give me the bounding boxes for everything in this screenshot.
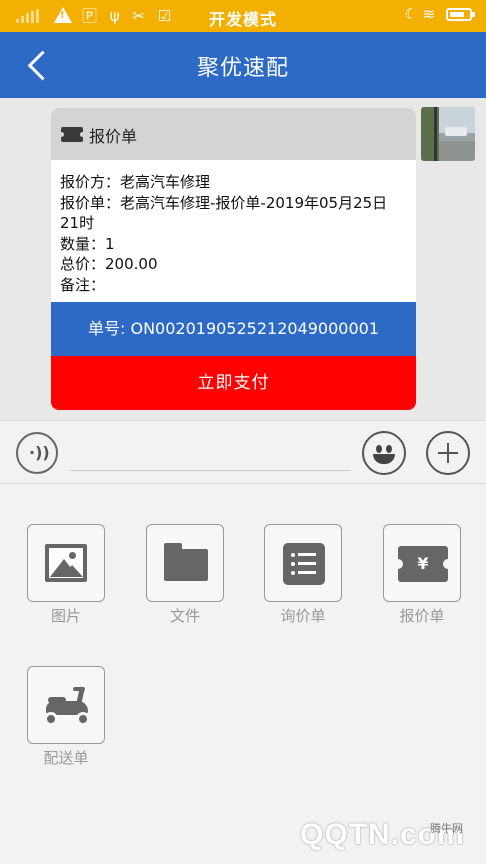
inquiry-button[interactable] bbox=[264, 524, 342, 602]
tool-quote[interactable]: ¥ 报价单 bbox=[383, 524, 461, 626]
order-number-bar: 单号: ON002019052521204900000​1 bbox=[51, 302, 416, 356]
tool-delivery[interactable]: 配送单 bbox=[27, 666, 105, 768]
tool-label-inquiry: 询价单 bbox=[280, 607, 326, 625]
list-icon bbox=[283, 543, 325, 585]
emoji-icon[interactable] bbox=[362, 431, 406, 475]
tool-label-delivery: 配送单 bbox=[43, 749, 89, 767]
nav-bar: 聚优速配 bbox=[0, 32, 486, 98]
watermark-text: 腾牛网 bbox=[430, 822, 463, 835]
quote-card-title: 报价单 bbox=[89, 127, 138, 146]
tool-inquiry[interactable]: 询价单 bbox=[264, 524, 342, 626]
folder-icon bbox=[164, 543, 208, 581]
quoter-line: 报价方：老高汽车修理 bbox=[60, 173, 211, 191]
chat-area: 报价单 报价方：老高汽车修理 报价单：老高汽车修理-报价单-2019年05月25… bbox=[0, 98, 486, 420]
tool-file[interactable]: 文件 bbox=[146, 524, 224, 626]
remarks-line: 备注： bbox=[60, 275, 106, 294]
page-title: 聚优速配 bbox=[196, 56, 289, 81]
total-price-line: 总价：200.00 bbox=[60, 255, 158, 273]
delivery-button[interactable] bbox=[27, 666, 105, 744]
file-button[interactable] bbox=[146, 524, 224, 602]
ticket-icon bbox=[59, 127, 85, 142]
quote-ticket-icon: ¥ bbox=[393, 546, 453, 582]
tool-label-quote: 报价单 bbox=[399, 607, 445, 625]
image-icon bbox=[45, 544, 87, 582]
message-input[interactable] bbox=[70, 435, 350, 471]
quote-card-header: 报价单 bbox=[51, 108, 416, 160]
quantity-line: 数量：1 bbox=[60, 234, 115, 253]
battery-icon bbox=[446, 8, 475, 21]
quote-name-line: 报价单：老高汽车修理-报价单-2019年05月25日 21时 bbox=[60, 193, 388, 233]
image-button[interactable] bbox=[27, 524, 105, 602]
quote-card-details: 报价方：老高汽车修理 报价单：老高汽车修理-报价单-2019年05月25日 21… bbox=[51, 160, 416, 302]
scooter-icon bbox=[40, 685, 94, 727]
voice-icon[interactable]: ·)) bbox=[16, 432, 58, 474]
tool-label-file: 文件 bbox=[169, 607, 200, 625]
avatar[interactable] bbox=[421, 107, 475, 161]
quote-button[interactable]: ¥ bbox=[383, 524, 461, 602]
pay-now-button[interactable]: 立即支付 bbox=[51, 356, 416, 410]
wifi-icon: ☾ ≋ bbox=[404, 5, 436, 23]
status-bar: 🄿 ψ ✂ ☑ 开发模式 ☾ ≋ bbox=[0, 0, 486, 32]
input-bar: ·)) bbox=[0, 420, 486, 484]
system-icons: ☾ ≋ bbox=[404, 5, 475, 23]
tool-image[interactable]: 图片 bbox=[27, 524, 105, 626]
quote-message-card[interactable]: 报价单 报价方：老高汽车修理 报价单：老高汽车修理-报价单-2019年05月25… bbox=[51, 108, 416, 410]
tool-label-image: 图片 bbox=[50, 607, 81, 625]
tools-panel: 图片 文件 询价单 ¥ 报价单 配送单 bbox=[0, 485, 486, 864]
plus-icon[interactable] bbox=[426, 431, 470, 475]
